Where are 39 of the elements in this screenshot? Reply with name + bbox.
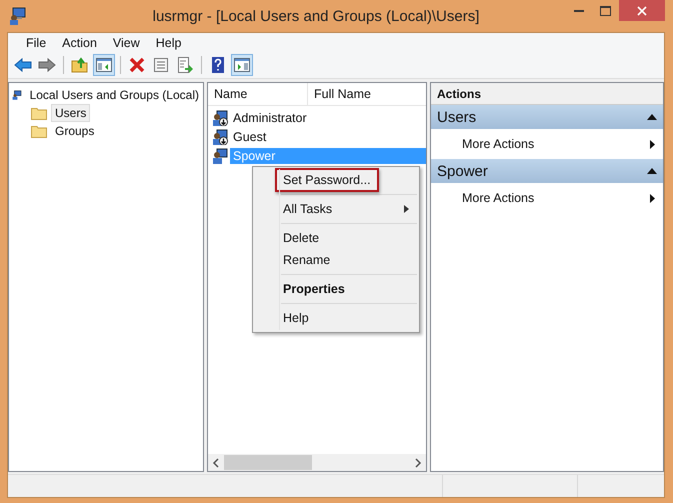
tree-button[interactable] [93,54,115,76]
horizontal-scrollbar[interactable] [208,454,426,471]
menu-item[interactable]: All Tasks [275,197,340,221]
menu-item[interactable]: Help [148,36,190,50]
menu-item[interactable]: Properties [275,277,353,301]
column-header[interactable]: Name [208,83,308,105]
tree-item[interactable]: Local Users and Groups (Local) [26,86,203,104]
user-icon [212,148,228,164]
menu-item[interactable]: Delete [275,226,328,250]
action-link[interactable]: More Actions [462,191,534,205]
minimize-icon [574,10,584,12]
section-header[interactable]: Users [431,105,663,129]
list-item[interactable]: Administrator [230,110,426,126]
tree-item[interactable]: Users [51,104,90,122]
menu-item[interactable]: Set Password... [275,168,379,192]
action-link[interactable]: More Actions [462,137,534,151]
actions-header: Actions [431,83,663,105]
close-button[interactable] [619,0,665,21]
folder-icon [31,124,47,138]
disabled-user-icon [212,128,228,144]
close-icon [637,6,647,16]
maximize-icon [600,6,611,16]
folder-icon [31,106,47,120]
computer-users-icon [9,7,27,25]
section-header[interactable]: Spower [431,159,663,183]
scrollbar-thumb[interactable] [224,455,312,470]
scroll-left-icon [212,458,220,468]
menu-item[interactable]: Help [275,306,317,330]
scroll-right-icon [414,458,422,468]
window-title: lusrmgr - [Local Users and Groups (Local)\Users] [152,8,480,24]
menu-item[interactable]: File [18,36,54,50]
disabled-user-icon [212,110,228,126]
menu-item[interactable]: Action [54,36,105,50]
actionpane-button[interactable] [231,54,253,76]
menu-item[interactable]: View [104,36,148,50]
tree-item[interactable]: Groups [51,122,98,140]
menu-item[interactable]: Rename [275,248,338,272]
column-header[interactable]: Full Name [308,87,371,101]
list-item[interactable]: Guest [230,128,426,144]
